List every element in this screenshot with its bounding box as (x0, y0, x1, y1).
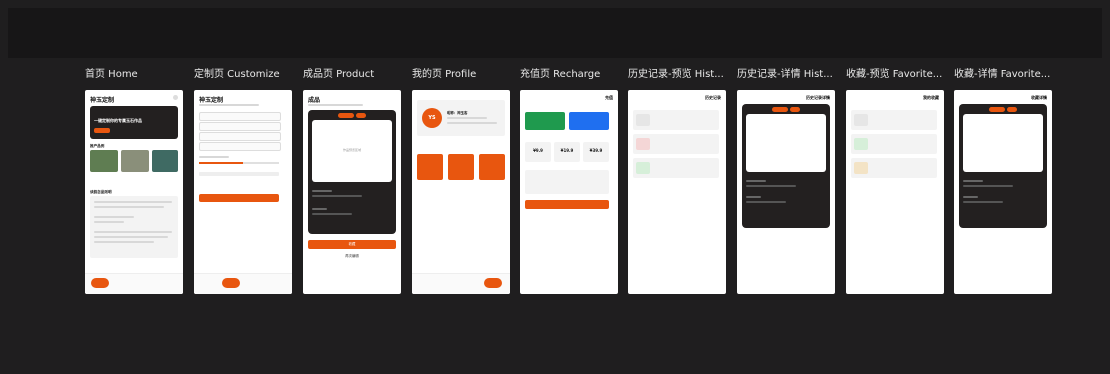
frame-history[interactable]: 历史记录-预览 Hist... 历史记录 (628, 68, 726, 294)
detail-card (959, 104, 1047, 228)
frame-customize[interactable]: 定制页 Customize 神玉定制 (194, 68, 292, 294)
select-field[interactable] (199, 112, 281, 121)
history-item[interactable] (633, 110, 719, 130)
frame-title: 我的页 Profile (412, 69, 477, 80)
alipay-button[interactable] (569, 112, 609, 130)
phone-favorites: 我的收藏 (846, 90, 944, 294)
hero-banner: 一键定制你的专属玉石作品 (90, 106, 178, 139)
menu-history[interactable] (448, 154, 474, 180)
detail-card (742, 104, 830, 228)
product-image[interactable] (152, 150, 178, 172)
price-option[interactable]: ¥9.9 (525, 142, 551, 162)
preview-area (746, 114, 826, 172)
price-option[interactable]: ¥39.9 (583, 142, 609, 162)
avatar[interactable]: YS (422, 108, 442, 128)
tab-product[interactable] (244, 278, 262, 288)
phone-favorites-detail: 收藏详情 (954, 90, 1052, 294)
wechat-pay-button[interactable] (525, 112, 565, 130)
section-featured: 推产品例 (90, 144, 105, 148)
page-title: 神玉定制 (199, 97, 224, 104)
tab-customize[interactable] (440, 278, 458, 288)
frame-home[interactable]: 首页 Home 神玉定制 一键定制你的专属玉石作品 推产品例 读韵怎品则明 (85, 68, 183, 294)
frame-favorites[interactable]: 收藏-预览 Favorite... 我的收藏 (846, 68, 944, 294)
tab-home[interactable] (91, 278, 109, 288)
frame-recharge[interactable]: 充值页 Recharge 充值 ¥9.9 ¥19.9 ¥39.9 (520, 68, 618, 294)
menu-favorites[interactable] (479, 154, 505, 180)
favorite-item[interactable] (851, 158, 937, 178)
frame-product[interactable]: 成品页 Product 成品 作品预览区域 收藏 再次编辑 (303, 68, 401, 294)
phone-recharge: 充值 ¥9.9 ¥19.9 ¥39.9 (520, 90, 618, 294)
slider-track[interactable] (199, 162, 279, 164)
frame-title: 历史记录-详情 Hist... (737, 69, 833, 80)
frame-favorites-detail[interactable]: 收藏-详情 Favorite... 收藏详情 (954, 68, 1052, 294)
favorite-button[interactable]: 收藏 (308, 240, 396, 249)
tab-home[interactable] (200, 278, 218, 288)
phone-home: 神玉定制 一键定制你的专属玉石作品 推产品例 读韵怎品则明 (85, 90, 183, 294)
phone-customize: 神玉定制 (194, 90, 292, 294)
tag-pill (338, 113, 354, 118)
favorite-item[interactable] (851, 110, 937, 130)
page-title: 历史记录详情 (806, 95, 830, 100)
order-summary (525, 170, 609, 194)
tab-bar (85, 273, 183, 294)
favorite-item[interactable] (851, 134, 937, 154)
tab-customize[interactable] (113, 278, 131, 288)
guide-card (90, 196, 178, 258)
canvas-top-bar (8, 8, 1102, 58)
tab-profile[interactable] (266, 278, 284, 288)
re-edit-button[interactable]: 再次编辑 (308, 252, 396, 261)
page-title: 成品 (308, 97, 321, 104)
tab-product[interactable] (462, 278, 480, 288)
hero-title: 一键定制你的专属玉石作品 (94, 118, 142, 123)
hero-cta-button[interactable] (94, 128, 110, 133)
tab-customize[interactable] (222, 278, 240, 288)
frame-title: 成品页 Product (303, 69, 375, 80)
tab-bar (412, 273, 510, 294)
generate-button[interactable] (199, 194, 279, 202)
price-option[interactable]: ¥19.9 (554, 142, 580, 162)
preview-area (963, 114, 1043, 172)
tab-bar (194, 273, 292, 294)
pay-button[interactable] (525, 200, 609, 209)
phone-history: 历史记录 (628, 90, 726, 294)
page-title: 充值 (605, 95, 613, 100)
frame-title: 首页 Home (85, 69, 138, 80)
frame-title: 定制页 Customize (194, 69, 280, 80)
product-card: 作品预览区域 (308, 110, 396, 234)
page-title: 收藏详情 (1031, 95, 1047, 100)
slider-fill (199, 162, 243, 164)
page-title: 我的收藏 (923, 95, 939, 100)
profile-card: YS 昵称：神玉客 (417, 100, 505, 136)
frame-history-detail[interactable]: 历史记录-详情 Hist... 历史记录详情 (737, 68, 835, 294)
product-image[interactable] (90, 150, 118, 172)
section-guide: 读韵怎品则明 (90, 190, 112, 194)
tag-pill (356, 113, 366, 118)
phone-profile: YS 昵称：神玉客 (412, 90, 510, 294)
frame-title: 历史记录-预览 Hist... (628, 69, 724, 80)
username: 昵称：神玉客 (447, 111, 468, 115)
frame-profile[interactable]: 我的页 Profile YS 昵称：神玉客 (412, 68, 510, 294)
page-title: 历史记录 (705, 95, 721, 100)
select-field[interactable] (199, 132, 281, 141)
tab-profile[interactable] (484, 278, 502, 288)
product-image[interactable] (121, 150, 149, 172)
frame-title: 收藏-预览 Favorite... (846, 69, 943, 80)
frame-title: 收藏-详情 Favorite... (954, 69, 1051, 80)
history-item[interactable] (633, 134, 719, 154)
select-field[interactable] (199, 142, 281, 151)
menu-recharge[interactable] (417, 154, 443, 180)
select-field[interactable] (199, 122, 281, 131)
preview-area: 作品预览区域 (312, 120, 392, 182)
tab-product[interactable] (135, 278, 153, 288)
phone-product: 成品 作品预览区域 收藏 再次编辑 (303, 90, 401, 294)
app-title: 神玉定制 (90, 97, 115, 104)
history-item[interactable] (633, 158, 719, 178)
frame-title: 充值页 Recharge (520, 69, 601, 80)
phone-history-detail: 历史记录详情 (737, 90, 835, 294)
tab-home[interactable] (418, 278, 436, 288)
tab-profile[interactable] (157, 278, 175, 288)
close-icon[interactable] (173, 95, 178, 100)
